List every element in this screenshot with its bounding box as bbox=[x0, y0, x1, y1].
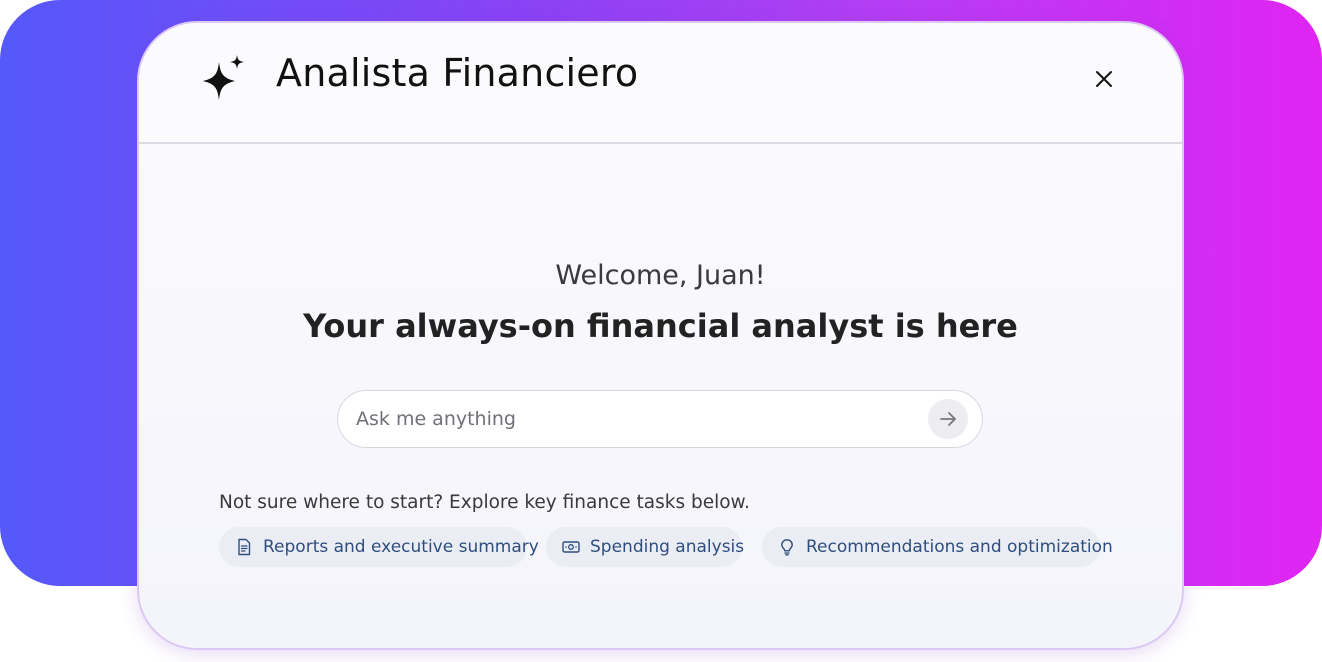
assistant-panel: Analista Financiero Welcome, Juan! Your … bbox=[137, 21, 1184, 650]
send-button[interactable] bbox=[928, 399, 968, 439]
chip-label: Recommendations and optimization bbox=[806, 537, 1113, 557]
welcome-greeting: Welcome, Juan! bbox=[555, 260, 766, 291]
search-box bbox=[337, 390, 983, 448]
stage: Analista Financiero Welcome, Juan! Your … bbox=[0, 0, 1322, 662]
banknote-icon bbox=[562, 541, 580, 553]
chip-label: Reports and executive summary bbox=[263, 537, 539, 557]
document-icon bbox=[238, 538, 251, 556]
lightbulb-icon bbox=[781, 539, 793, 556]
sparkle-icon bbox=[203, 55, 244, 100]
search-input[interactable] bbox=[356, 391, 916, 446]
chip-reports[interactable]: Reports and executive summary bbox=[219, 527, 539, 567]
suggestions-hint: Not sure where to start? Explore key fin… bbox=[219, 492, 750, 513]
chip-recommendations[interactable]: Recommendations and optimization bbox=[762, 527, 1113, 567]
arrow-right-icon bbox=[940, 412, 956, 426]
panel-header: Analista Financiero bbox=[139, 23, 1182, 144]
app-title: Analista Financiero bbox=[276, 51, 639, 95]
chip-spending[interactable]: Spending analysis bbox=[546, 527, 745, 567]
page-headline: Your always-on financial analyst is here bbox=[303, 307, 1018, 345]
chip-label: Spending analysis bbox=[590, 537, 745, 557]
close-icon[interactable] bbox=[1091, 66, 1117, 92]
